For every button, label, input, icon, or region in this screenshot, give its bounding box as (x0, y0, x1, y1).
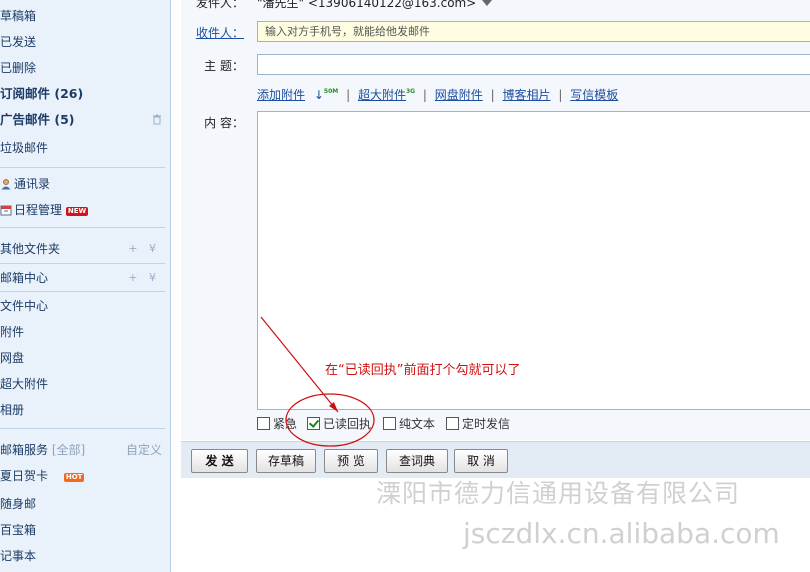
urgent-checkbox[interactable] (257, 417, 270, 430)
hot-badge: HOT (63, 473, 85, 482)
sidebar-item-sent[interactable]: 已发送 (0, 31, 166, 53)
sidebar-item-big-attachments[interactable]: 超大附件 (0, 373, 166, 395)
sidebar-item-spam[interactable]: 垃圾邮件 (0, 137, 166, 159)
scheduled-send-checkbox[interactable] (446, 417, 459, 430)
urgent-option[interactable]: 紧急 (257, 415, 297, 432)
sidebar-item-drafts[interactable]: 草稿箱 (0, 5, 166, 27)
cancel-button[interactable]: 取 消 (454, 449, 508, 473)
preview-button[interactable]: 预 览 (324, 449, 378, 473)
contacts-icon (0, 175, 12, 190)
trash-icon[interactable] (152, 109, 162, 131)
save-draft-button[interactable]: 存草稿 (256, 449, 316, 473)
sidebar-item-other-folders[interactable]: 其他文件夹 + ¥ (0, 238, 166, 260)
sidebar-item-netdisk[interactable]: 网盘 (0, 347, 166, 369)
unread-count: (26) (54, 86, 84, 101)
netdisk-attachment-link[interactable]: 网盘附件 (435, 88, 483, 102)
plain-text-checkbox[interactable] (383, 417, 396, 430)
attachment-toolbar: 添加附件 ↓50M | 超大附件3G | 网盘附件 | 博客相片 | 写信模板 (257, 88, 619, 102)
sidebar-item-toolbox[interactable]: 百宝箱 (0, 519, 166, 541)
big-attachment-link[interactable]: 超大附件 (358, 88, 406, 102)
sidebar-item-deleted[interactable]: 已删除 (0, 57, 166, 79)
dictionary-button[interactable]: 查词典 (386, 449, 448, 473)
sidebar-item-mail-center[interactable]: 邮箱中心 + ¥ (0, 267, 166, 289)
plain-text-option[interactable]: 纯文本 (383, 415, 435, 432)
subject-label: 主 题： (204, 59, 244, 73)
sidebar-item-contacts[interactable]: 通讯录 (0, 173, 166, 195)
sidebar-item-ads[interactable]: 广告邮件 (5) (0, 109, 166, 131)
url-watermark: jsczdlx.cn.alibaba.com (463, 517, 780, 550)
dropdown-arrow-icon[interactable] (482, 0, 493, 6)
sidebar-item-mail-services[interactable]: 邮箱服务 [全部] 自定义 (0, 439, 166, 461)
sidebar-divider (0, 167, 165, 168)
action-button-bar: 发 送 存草稿 预 览 查词典 取 消 (181, 441, 810, 478)
customize-link[interactable]: 自定义 (126, 439, 162, 461)
scheduled-send-option[interactable]: 定时发信 (446, 415, 510, 432)
content-label: 内 容： (204, 116, 244, 130)
sidebar-divider (0, 227, 165, 228)
unread-count: (5) (54, 112, 75, 127)
sidebar-item-subscriptions[interactable]: 订阅邮件 (26) (0, 83, 166, 105)
sidebar-item-attachments[interactable]: 附件 (0, 321, 166, 343)
read-receipt-option[interactable]: 已读回执 (307, 415, 371, 432)
recipient-input[interactable]: 输入对方手机号，就能给他发邮件 (257, 21, 810, 42)
sidebar-item-calendar[interactable]: 日程管理 NEW (0, 199, 166, 221)
sidebar-divider (0, 291, 165, 292)
read-receipt-checkbox[interactable] (307, 417, 320, 430)
sidebar-divider (0, 428, 165, 429)
sidebar-item-notepad[interactable]: 记事本 (0, 545, 166, 567)
add-attachment-link[interactable]: 添加附件 (257, 88, 305, 102)
blog-photo-link[interactable]: 博客相片 (502, 88, 550, 102)
down-arrow-icon[interactable]: ↓ (314, 88, 324, 102)
sidebar-item-file-center[interactable]: 文件中心 (0, 295, 166, 317)
send-button[interactable]: 发 送 (191, 449, 248, 473)
sidebar-item-album[interactable]: 相册 (0, 399, 166, 421)
folder-sidebar: 草稿箱 已发送 已删除 订阅邮件 (26) 广告邮件 (5) 垃圾邮件 通讯录 … (0, 0, 171, 572)
letter-template-link[interactable]: 写信模板 (570, 88, 618, 102)
sidebar-item-summer-cards[interactable]: 夏日贺卡 HOT (0, 465, 166, 487)
new-badge: NEW (65, 207, 89, 216)
sidebar-item-mobile-mail[interactable]: 随身邮 (0, 493, 166, 515)
from-label: 发件人： (195, 0, 244, 10)
annotation-text: 在“已读回执”前面打个勾就可以了 (325, 363, 521, 378)
subject-input[interactable] (257, 54, 810, 75)
calendar-icon (0, 201, 12, 216)
from-address[interactable]: "潘先生" <13906140122@163.com> (257, 0, 493, 11)
recipient-label-link[interactable]: 收件人： (196, 24, 244, 41)
sidebar-divider (0, 263, 165, 264)
company-watermark: 溧阳市德力信通用设备有限公司 (376, 479, 741, 508)
all-services-link[interactable]: [全部] (52, 443, 85, 457)
folder-tools-icon[interactable]: + ¥ (128, 238, 160, 260)
folder-tools-icon[interactable]: + ¥ (128, 267, 160, 289)
